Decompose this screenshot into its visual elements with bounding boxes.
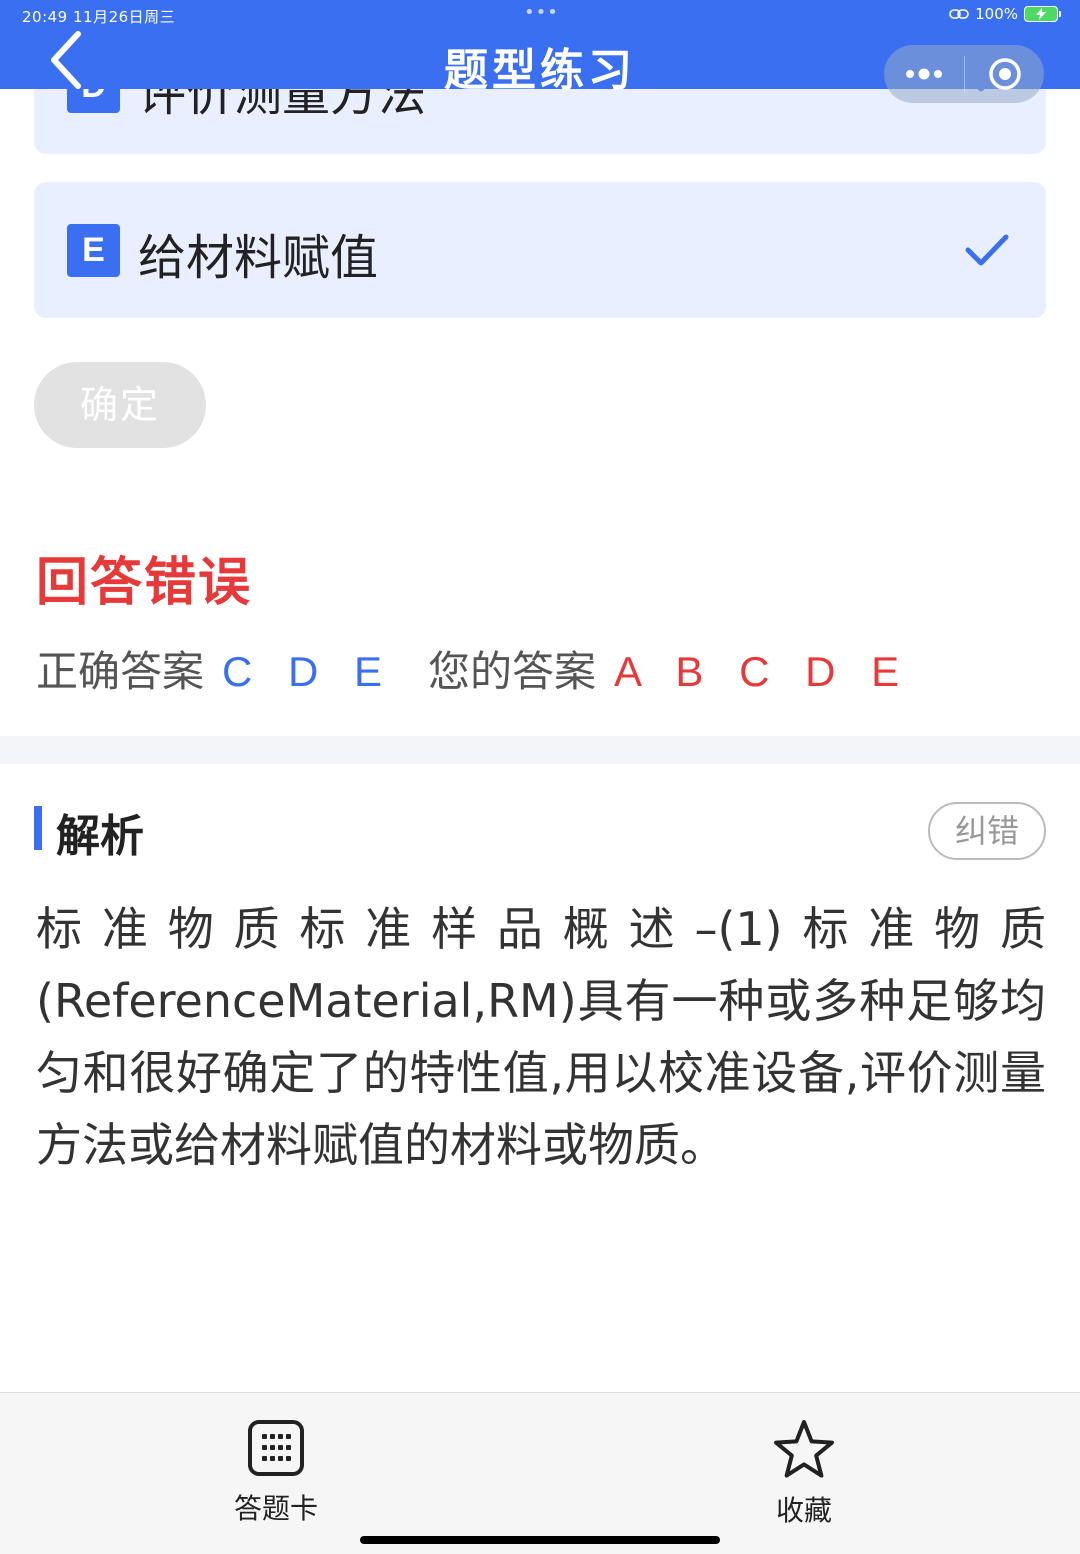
- answer-summary: 正确答案 C D E 您的答案 A B C D E: [36, 638, 911, 699]
- status-indicators: 100%: [949, 5, 1061, 23]
- mini-program-capsule: [884, 45, 1044, 103]
- star-icon: [774, 1420, 834, 1478]
- your-answer-label: 您的答案: [428, 647, 597, 696]
- check-icon: [965, 234, 1009, 266]
- result-title: 回答错误: [36, 553, 253, 613]
- favorite-tab[interactable]: 收藏: [744, 1419, 864, 1529]
- section-divider: [0, 736, 1080, 764]
- your-answer-value: A B C D E: [614, 648, 912, 695]
- confirm-button[interactable]: 确定: [34, 362, 206, 448]
- link-icon: [949, 9, 969, 19]
- analysis-accent-bar: [34, 806, 42, 850]
- more-menu-icon[interactable]: [884, 45, 964, 103]
- report-error-button[interactable]: 纠错: [928, 802, 1046, 860]
- analysis-text: 标准物质标准样品概述–(1)标准物质(ReferenceMaterial,RM)…: [36, 902, 1046, 1172]
- analysis-title: 解析: [56, 811, 144, 862]
- correct-answer-label: 正确答案: [36, 647, 205, 696]
- close-target-icon[interactable]: [965, 45, 1044, 103]
- home-indicator: [360, 1536, 720, 1544]
- battery-icon: [1024, 6, 1061, 22]
- multitask-dots[interactable]: •••: [524, 2, 559, 23]
- answer-card-label: 答题卡: [233, 1492, 318, 1525]
- bottom-tab-bar: 答题卡 收藏: [0, 1392, 1080, 1554]
- battery-percent: 100%: [975, 5, 1018, 23]
- option-text: 给材料赋值: [138, 230, 379, 286]
- favorite-label: 收藏: [775, 1494, 832, 1527]
- correct-answer-value: C D E: [222, 648, 395, 695]
- grid-icon: [248, 1420, 304, 1476]
- option-letter: E: [67, 224, 120, 277]
- status-time: 20:49 11月26日周三: [22, 8, 176, 26]
- answer-card-tab[interactable]: 答题卡: [216, 1419, 336, 1527]
- option-e[interactable]: E 给材料赋值: [34, 182, 1046, 318]
